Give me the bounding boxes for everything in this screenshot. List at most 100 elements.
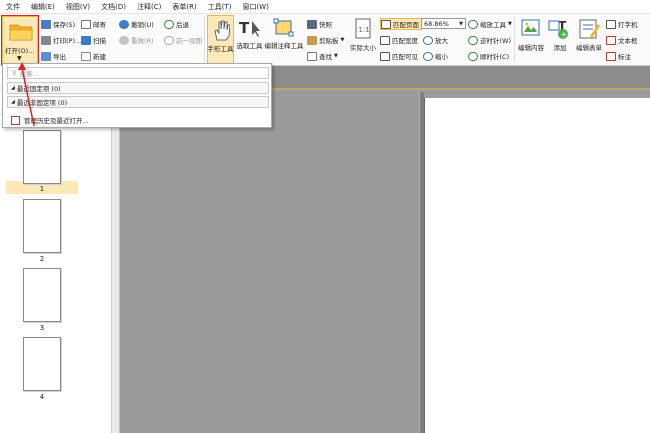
chevron-down-icon: ▼ xyxy=(508,21,512,27)
menu-bar: 文件 编辑(E) 视图(V) 文档(D) 注释(C) 表单(R) 工具(T) 窗… xyxy=(0,0,650,14)
menu-document[interactable]: 文档(D) xyxy=(101,2,126,12)
manage-history-item[interactable]: 管理历史及最近打开... xyxy=(11,114,89,126)
new-button[interactable]: 新建 xyxy=(81,50,106,62)
annotation-select-icon xyxy=(273,18,294,37)
calendar-icon xyxy=(11,115,20,125)
prev-view-icon xyxy=(164,35,174,45)
clipboard-button[interactable]: 剪贴板 ▼ xyxy=(307,34,344,46)
redo-button[interactable]: 重做(R) xyxy=(119,34,154,46)
text-cursor-icon: T xyxy=(239,19,260,37)
typewriter-icon xyxy=(606,19,616,29)
zoom-in-icon xyxy=(423,35,433,45)
export-button[interactable]: 导出 xyxy=(41,50,66,62)
undo-icon xyxy=(119,19,129,29)
fit-width-button[interactable]: 匹配宽度 xyxy=(380,34,418,46)
typewriter-button[interactable]: 打字机 xyxy=(606,18,638,30)
svg-text:T: T xyxy=(239,19,250,37)
page-number: 4 xyxy=(39,393,45,401)
recent-unpinned-group[interactable]: ◢ 最近非固定项 (0) xyxy=(7,96,269,108)
rotate-ccw-icon xyxy=(468,35,478,45)
export-icon xyxy=(41,51,51,61)
open-highlight-box xyxy=(1,15,39,65)
edit-content-icon xyxy=(521,19,540,36)
rotate-ccw-button[interactable]: 逆时针(W) xyxy=(468,34,511,46)
page-number: 3 xyxy=(39,324,45,332)
chevron-down-icon: ▼ xyxy=(340,37,345,43)
page-number: 1 xyxy=(39,185,45,193)
page-thumbnail[interactable] xyxy=(23,337,61,391)
textbox-button[interactable]: 文本框 xyxy=(606,34,638,46)
recent-pinned-group[interactable]: ◢ 最近固定项 (0) xyxy=(7,82,269,94)
print-icon xyxy=(41,35,51,45)
menu-window[interactable]: 窗口(W) xyxy=(242,2,268,12)
chevron-down-icon[interactable]: ▼ xyxy=(459,21,463,27)
open-recent-dropdown: ⚲ 搜索... ◢ 最近固定项 (0) ◢ 最近非固定项 (0) 管理历史及最近… xyxy=(2,63,272,128)
menu-comment[interactable]: 注释(C) xyxy=(137,2,161,12)
scanner-icon xyxy=(81,35,91,45)
annot-select-tool-button[interactable]: 编辑注释工具 xyxy=(264,18,304,50)
zoom-tool-button[interactable]: 缩放工具 ▼ xyxy=(468,18,512,30)
menu-view[interactable]: 视图(V) xyxy=(66,2,90,12)
page-thumbnail[interactable] xyxy=(23,199,61,253)
save-button[interactable]: 保存(S) xyxy=(41,18,75,30)
zoom-tool-icon xyxy=(468,19,478,29)
add-text-icon: T+ xyxy=(548,19,568,39)
prev-view-button[interactable]: 前一视图 xyxy=(164,34,202,46)
select-tool-button[interactable]: T 选取工具 xyxy=(236,18,263,50)
new-doc-icon xyxy=(81,51,91,61)
edit-content-button[interactable]: 编辑内容 xyxy=(516,18,546,52)
email-button[interactable]: 邮寄 xyxy=(81,18,106,30)
ribbon-separator xyxy=(204,16,205,62)
find-button[interactable]: 查找 ▼ xyxy=(307,50,338,62)
rotate-cw-button[interactable]: 顺时针(C) xyxy=(468,50,509,62)
fit-visible-button[interactable]: 匹配可见 xyxy=(380,50,418,62)
zoom-in-button[interactable]: 放大 xyxy=(423,34,448,46)
fit-width-icon xyxy=(380,35,390,45)
triangle-icon: ◢ xyxy=(11,99,15,105)
recent-search-input[interactable]: ⚲ 搜索... xyxy=(7,67,269,79)
menu-edit[interactable]: 编辑(E) xyxy=(31,2,55,12)
rotate-cw-icon xyxy=(468,51,478,61)
menu-tools[interactable]: 工具(T) xyxy=(208,2,232,12)
menu-form[interactable]: 表单(R) xyxy=(172,2,196,12)
mail-icon xyxy=(81,19,91,29)
callout-button[interactable]: 标注 xyxy=(606,50,631,62)
snapshot-button[interactable]: 快照 xyxy=(307,18,332,30)
back-button[interactable]: 后退 xyxy=(164,18,189,30)
ribbon-separator xyxy=(514,16,515,62)
back-arrow-icon xyxy=(164,19,174,29)
fit-page-button[interactable]: 匹配页面 xyxy=(380,18,422,30)
svg-text:+: + xyxy=(561,30,568,39)
edit-form-icon xyxy=(579,19,600,39)
document-page[interactable] xyxy=(424,98,650,433)
fit-page-icon xyxy=(381,19,391,29)
fit-visible-icon xyxy=(380,51,390,61)
print-button[interactable]: 打印(P)... xyxy=(41,34,81,46)
zoom-out-icon xyxy=(423,51,433,61)
search-icon: ⚲ xyxy=(12,69,17,77)
zoom-out-button[interactable]: 缩小 xyxy=(423,50,448,62)
page-number: 2 xyxy=(39,255,45,263)
save-icon xyxy=(41,19,51,29)
textbox-icon xyxy=(606,35,616,45)
zoom-level-input[interactable]: 68.86% ▼ xyxy=(421,18,466,29)
hand-icon xyxy=(214,20,230,41)
svg-text:1:1: 1:1 xyxy=(359,26,370,34)
add-button[interactable]: T + 添加 xyxy=(547,18,573,52)
scan-button[interactable]: 扫描 xyxy=(81,34,106,46)
ribbon-toolbar: 打开(O)... ▼ 保存(S) 打印(P)... 导出 邮寄 扫描 新建 撤销… xyxy=(0,14,650,66)
triangle-icon: ◢ xyxy=(11,85,15,91)
redo-icon xyxy=(119,35,129,45)
callout-icon xyxy=(606,51,616,61)
clipboard-icon xyxy=(307,35,317,45)
edit-form-button[interactable]: 编辑表单 xyxy=(574,18,604,52)
menu-file[interactable]: 文件 xyxy=(6,2,20,12)
undo-button[interactable]: 撤销(U) xyxy=(119,18,154,30)
hand-tool-button[interactable]: 手形工具 xyxy=(207,15,234,64)
camera-icon xyxy=(307,19,317,29)
page-thumbnail[interactable] xyxy=(23,130,61,184)
page-thumbnail[interactable] xyxy=(23,268,61,322)
actual-size-button[interactable]: 1:1 实际大小 xyxy=(349,18,377,52)
find-icon xyxy=(307,51,317,61)
actual-size-icon: 1:1 xyxy=(355,18,371,39)
